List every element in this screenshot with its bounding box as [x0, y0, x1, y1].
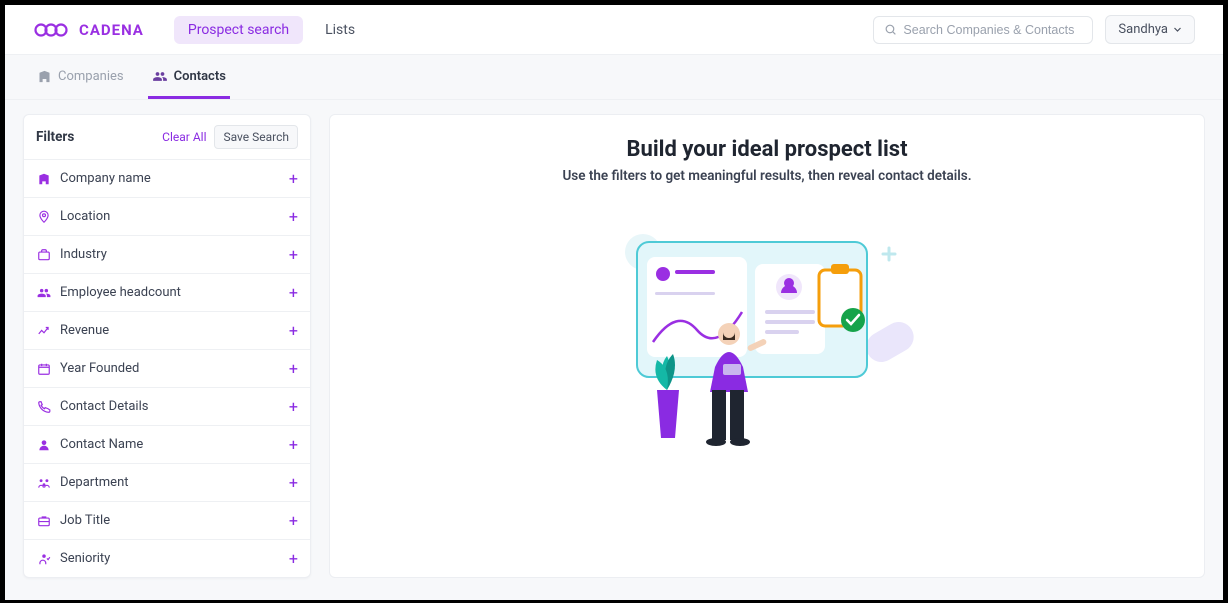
- filter-row[interactable]: Industry +: [24, 235, 310, 273]
- filter-row[interactable]: Job Title +: [24, 501, 310, 539]
- filter-label: Employee headcount: [60, 285, 181, 300]
- search-input[interactable]: [903, 23, 1082, 37]
- filter-label: Revenue: [60, 323, 109, 338]
- main-content: Build your ideal prospect list Use the f…: [329, 114, 1205, 578]
- plus-icon: +: [289, 435, 298, 454]
- nav-lists[interactable]: Lists: [311, 16, 369, 44]
- building-icon: [36, 172, 52, 186]
- user-menu-button[interactable]: Sandhya: [1105, 15, 1195, 44]
- global-search[interactable]: [873, 16, 1093, 44]
- filter-label: Department: [60, 475, 129, 490]
- plus-icon: +: [289, 473, 298, 492]
- contacts-icon: [152, 69, 168, 84]
- filter-row[interactable]: Contact Details +: [24, 387, 310, 425]
- filter-label: Contact Name: [60, 437, 143, 452]
- filters-title: Filters: [36, 129, 74, 145]
- plus-icon: +: [289, 169, 298, 188]
- save-search-button[interactable]: Save Search: [214, 125, 298, 149]
- phone-icon: [36, 400, 52, 414]
- tab-contacts-label: Contacts: [174, 69, 226, 84]
- calendar-icon: [36, 362, 52, 376]
- plus-icon: +: [289, 283, 298, 302]
- main-title: Build your ideal prospect list: [626, 137, 907, 162]
- filter-label: Contact Details: [60, 399, 148, 414]
- plus-icon: +: [289, 549, 298, 568]
- plus-icon: +: [289, 359, 298, 378]
- hero-illustration: [597, 212, 937, 462]
- tab-companies[interactable]: Companies: [33, 55, 128, 99]
- filter-label: Year Founded: [60, 361, 139, 376]
- filter-label: Seniority: [60, 551, 110, 566]
- filter-label: Location: [60, 209, 110, 224]
- filters-panel: Filters Clear All Save Search Company na…: [23, 114, 311, 578]
- logo-mark-icon: [33, 22, 73, 38]
- dept-icon: [36, 476, 52, 490]
- seniority-icon: [36, 552, 52, 566]
- nav-prospect-search[interactable]: Prospect search: [174, 16, 303, 44]
- tab-companies-label: Companies: [58, 69, 124, 84]
- clear-all-link[interactable]: Clear All: [162, 130, 206, 144]
- filter-row[interactable]: Contact Name +: [24, 425, 310, 463]
- brand-name: CADENA: [79, 21, 144, 39]
- brand-logo: CADENA: [33, 21, 144, 39]
- briefcase-icon: [36, 248, 52, 262]
- people-icon: [36, 286, 52, 300]
- main-subtitle: Use the filters to get meaningful result…: [562, 168, 971, 184]
- plus-icon: +: [289, 321, 298, 340]
- building-icon: [37, 69, 52, 84]
- trend-icon: [36, 324, 52, 338]
- entity-tabs: Companies Contacts: [33, 55, 1195, 99]
- filter-label: Company name: [60, 171, 151, 186]
- user-name: Sandhya: [1118, 22, 1168, 37]
- jobtitle-icon: [36, 514, 52, 528]
- filter-row[interactable]: Company name +: [24, 159, 310, 197]
- filter-row[interactable]: Year Founded +: [24, 349, 310, 387]
- filter-row[interactable]: Department +: [24, 463, 310, 501]
- chevron-down-icon: [1173, 25, 1182, 34]
- person-icon: [36, 438, 52, 452]
- plus-icon: +: [289, 245, 298, 264]
- filter-label: Job Title: [60, 513, 110, 528]
- search-icon: [884, 23, 897, 36]
- filter-row[interactable]: Revenue +: [24, 311, 310, 349]
- plus-icon: +: [289, 511, 298, 530]
- top-nav: CADENA Prospect search Lists Sandhya: [5, 5, 1223, 55]
- plus-icon: +: [289, 397, 298, 416]
- filter-row[interactable]: Location +: [24, 197, 310, 235]
- plus-icon: +: [289, 207, 298, 226]
- filter-row[interactable]: Employee headcount +: [24, 273, 310, 311]
- tab-contacts[interactable]: Contacts: [148, 55, 230, 99]
- filter-row[interactable]: Seniority +: [24, 539, 310, 577]
- location-icon: [36, 210, 52, 224]
- filter-label: Industry: [60, 247, 107, 262]
